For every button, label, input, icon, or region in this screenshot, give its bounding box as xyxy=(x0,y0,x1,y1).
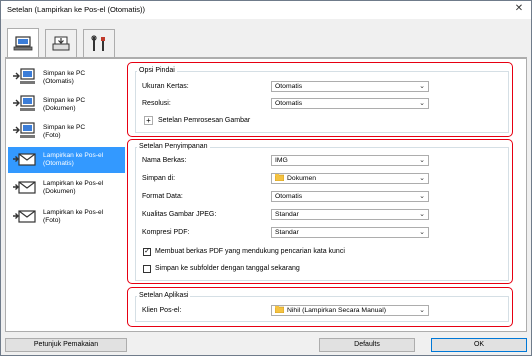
resolution-dropdown[interactable]: Otomatis ⌄ xyxy=(271,98,429,109)
searchable-pdf-checkbox[interactable]: ✓ xyxy=(143,248,151,256)
tab-general-settings[interactable] xyxy=(83,29,115,57)
expand-icon[interactable]: + xyxy=(144,116,153,125)
jpeg-quality-dropdown[interactable]: Standar ⌄ xyxy=(271,209,429,220)
sidebar-item-sublabel: (Dokumen) xyxy=(43,105,76,112)
instructions-button[interactable]: Petunjuk Pemakaian xyxy=(5,338,127,352)
save-to-pc-icon xyxy=(13,95,35,111)
tab-scan-from-computer[interactable] xyxy=(7,28,39,58)
chevron-down-icon: ⌄ xyxy=(419,175,425,182)
chevron-down-icon: ⌄ xyxy=(419,157,425,164)
scan-mode-list: Simpan ke PC (Otomatis) Simpan ke PC (Doku… xyxy=(5,58,127,332)
settings-dialog: Setelan (Lampirkan ke Pos-el (Otomatis))… xyxy=(0,0,532,356)
chevron-down-icon: ⌄ xyxy=(419,229,425,236)
email-client-dropdown[interactable]: Nihil (Lampirkan Secara Manual) ⌄ xyxy=(271,305,429,316)
file-name-value: IMG xyxy=(275,157,288,164)
sidebar-item-label: Lampirkan ke Pos-el xyxy=(43,180,104,187)
sidebar-item-email-document[interactable]: Lampirkan ke Pos-el (Dokumen) xyxy=(8,175,126,201)
sidebar-item-email-auto[interactable]: Lampirkan ke Pos-el (Otomatis) xyxy=(8,147,126,173)
pdf-compression-value: Standar xyxy=(275,229,299,236)
chevron-down-icon: ⌄ xyxy=(419,211,425,218)
app-settings-title: Setelan Aplikasi xyxy=(137,292,191,299)
sidebar-item-sublabel: (Otomatis) xyxy=(43,160,74,167)
sidebar-item-save-pc-photo[interactable]: Simpan ke PC (Foto) xyxy=(8,119,126,145)
paper-size-dropdown[interactable]: Otomatis ⌄ xyxy=(271,81,429,92)
save-in-dropdown[interactable]: Dokumen ⌄ xyxy=(271,173,429,184)
sidebar-item-label: Lampirkan ke Pos-el xyxy=(43,209,104,216)
resolution-label: Resolusi: xyxy=(142,100,171,107)
window-title: Setelan (Lampirkan ke Pos-el (Otomatis)) xyxy=(7,5,145,14)
ok-button[interactable]: OK xyxy=(431,338,527,352)
email-client-value: Nihil (Lampirkan Secara Manual) xyxy=(287,307,386,314)
close-icon[interactable]: ✕ xyxy=(511,2,527,16)
resolution-value: Otomatis xyxy=(275,100,303,107)
save-to-pc-icon xyxy=(13,68,35,84)
title-bar: Setelan (Lampirkan ke Pos-el (Otomatis))… xyxy=(1,1,531,19)
sidebar-item-save-pc-auto[interactable]: Simpan ke PC (Otomatis) xyxy=(8,65,126,91)
email-client-label: Klien Pos-el: xyxy=(142,307,182,314)
sidebar-item-label: Simpan ke PC xyxy=(43,97,86,104)
paper-size-label: Ukuran Kertas: xyxy=(142,83,189,90)
sidebar-item-sublabel: (Foto) xyxy=(43,132,61,139)
sidebar-item-label: Lampirkan ke Pos-el xyxy=(43,152,104,159)
sidebar-item-label: Simpan ke PC xyxy=(43,70,86,77)
image-processing-settings-label[interactable]: Setelan Pemrosesan Gambar xyxy=(158,117,250,124)
file-name-dropdown[interactable]: IMG ⌄ xyxy=(271,155,429,166)
email-icon xyxy=(13,181,36,194)
chevron-down-icon: ⌄ xyxy=(419,100,425,107)
chevron-down-icon: ⌄ xyxy=(419,193,425,200)
data-format-label: Format Data: xyxy=(142,193,183,200)
tools-icon xyxy=(91,34,105,51)
subfolder-label[interactable]: Simpan ke subfolder dengan tanggal sekar… xyxy=(155,265,300,272)
email-icon xyxy=(13,210,36,223)
file-name-label: Nama Berkas: xyxy=(142,157,187,164)
scan-options-title: Opsi Pindai xyxy=(137,67,177,74)
data-format-value: Otomatis xyxy=(275,193,303,200)
sidebar-item-sublabel: (Otomatis) xyxy=(43,78,74,85)
sidebar-item-label: Simpan ke PC xyxy=(43,124,86,131)
tab-scan-from-panel[interactable] xyxy=(45,29,77,57)
save-in-value: Dokumen xyxy=(287,175,317,182)
subfolder-checkbox[interactable] xyxy=(143,265,151,273)
chevron-down-icon: ⌄ xyxy=(419,83,425,90)
data-format-dropdown[interactable]: Otomatis ⌄ xyxy=(271,191,429,202)
searchable-pdf-label[interactable]: Membuat berkas PDF yang mendukung pencar… xyxy=(155,248,345,255)
folder-icon xyxy=(275,174,284,181)
scanner-icon xyxy=(52,36,70,50)
sidebar-item-sublabel: (Dokumen) xyxy=(43,188,76,195)
sidebar-item-email-photo[interactable]: Lampirkan ke Pos-el (Foto) xyxy=(8,204,126,230)
sidebar-item-sublabel: (Foto) xyxy=(43,217,61,224)
pdf-compression-dropdown[interactable]: Standar ⌄ xyxy=(271,227,429,238)
folder-icon xyxy=(275,306,284,313)
defaults-button[interactable]: Defaults xyxy=(319,338,415,352)
pdf-compression-label: Kompresi PDF: xyxy=(142,229,190,236)
email-icon xyxy=(13,153,36,166)
save-in-label: Simpan di: xyxy=(142,175,176,182)
computer-icon xyxy=(13,35,33,50)
save-settings-title: Setelan Penyimpanan xyxy=(137,143,210,150)
paper-size-value: Otomatis xyxy=(275,83,303,90)
sidebar-item-save-pc-document[interactable]: Simpan ke PC (Dokumen) xyxy=(8,92,126,118)
save-to-pc-icon xyxy=(13,122,35,138)
chevron-down-icon: ⌄ xyxy=(419,307,425,314)
jpeg-quality-value: Standar xyxy=(275,211,299,218)
jpeg-quality-label: Kualitas Gambar JPEG: xyxy=(142,211,217,218)
